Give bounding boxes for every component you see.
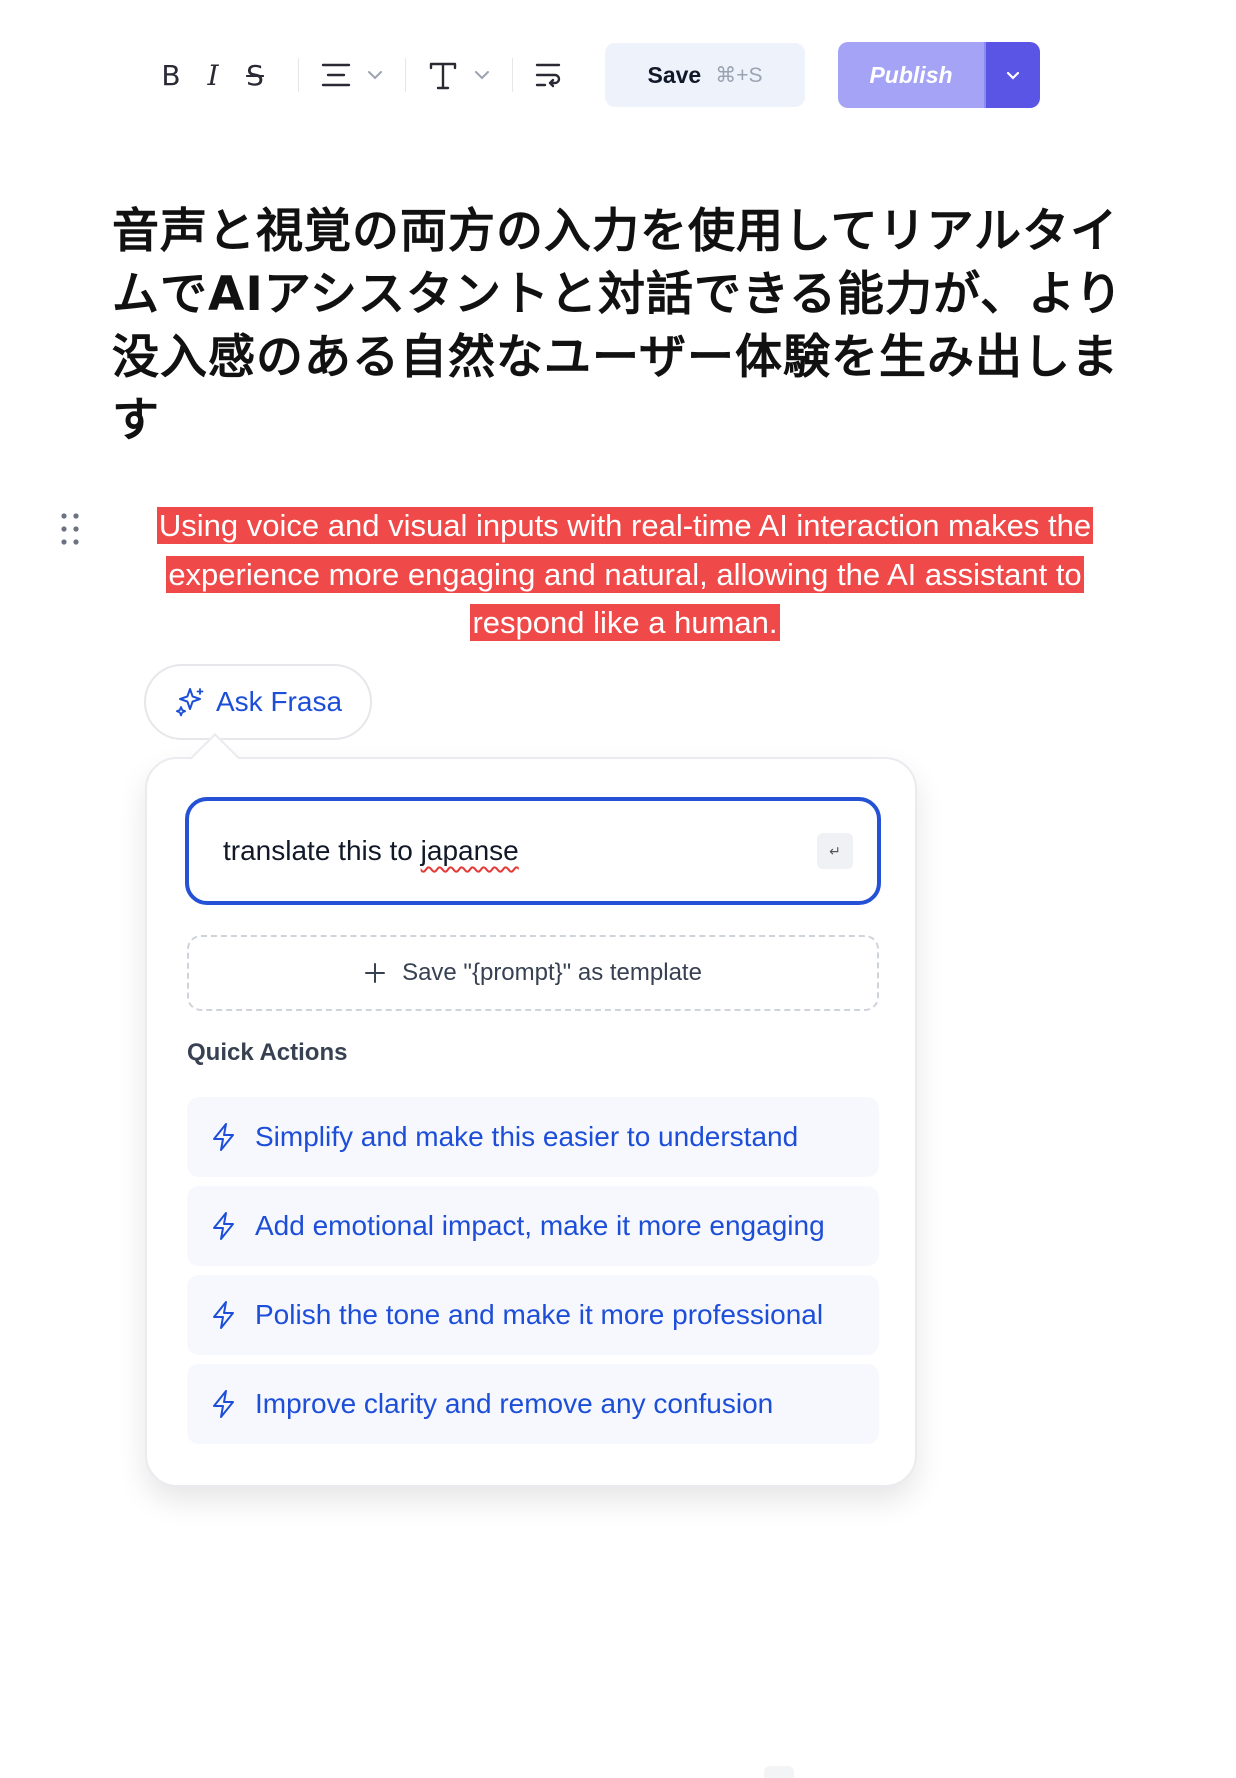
ask-frasa-label: Ask Frasa bbox=[215, 686, 343, 717]
align-dropdown[interactable] bbox=[321, 55, 383, 95]
quick-action-label: Simplify and make this easier to underst… bbox=[255, 1121, 799, 1152]
enter-key-icon[interactable]: ↵ bbox=[817, 833, 853, 869]
selected-paragraph[interactable]: Using voice and visual inputs with real-… bbox=[130, 502, 1120, 648]
chevron-down-icon bbox=[1006, 71, 1020, 80]
save-button[interactable]: Save ⌘+S bbox=[605, 43, 805, 107]
publish-button[interactable]: Publish bbox=[838, 42, 984, 108]
save-shortcut: ⌘+S bbox=[715, 63, 763, 87]
quick-action-label: Add emotional impact, make it more engag… bbox=[255, 1210, 825, 1241]
sparkles-icon bbox=[175, 688, 204, 717]
wrap-text-icon bbox=[535, 63, 561, 88]
toolbar-divider bbox=[405, 58, 406, 92]
ai-assistant-popover: translate this to japanse ↵ Save "{promp… bbox=[145, 757, 917, 1487]
lightning-icon bbox=[213, 1390, 234, 1418]
toolbar-divider bbox=[298, 58, 299, 92]
plus-icon bbox=[365, 963, 386, 983]
lightning-icon bbox=[213, 1123, 234, 1151]
prompt-input[interactable]: translate this to japanse ↵ bbox=[185, 797, 881, 905]
publish-group: Publish bbox=[838, 42, 1040, 108]
save-template-button[interactable]: Save "{prompt}" as template bbox=[187, 935, 879, 1011]
drag-handle-icon[interactable] bbox=[58, 512, 82, 546]
quick-action-label: Improve clarity and remove any confusion bbox=[255, 1388, 774, 1419]
save-template-label: Save "{prompt}" as template bbox=[402, 959, 702, 986]
prompt-text: translate this to bbox=[223, 835, 421, 866]
chevron-down-icon bbox=[475, 71, 489, 80]
italic-icon: I bbox=[207, 58, 219, 92]
quick-actions-list: Simplify and make this easier to underst… bbox=[187, 1097, 879, 1453]
scroll-indicator bbox=[764, 1766, 794, 1778]
bold-button[interactable]: B bbox=[150, 55, 192, 95]
strikethrough-button[interactable]: S bbox=[234, 55, 276, 95]
italic-button[interactable]: I bbox=[192, 55, 234, 95]
save-button-label: Save bbox=[647, 61, 702, 88]
quick-action-simplify[interactable]: Simplify and make this easier to underst… bbox=[187, 1097, 879, 1177]
prompt-input-value: translate this to japanse bbox=[223, 835, 519, 867]
document-title[interactable]: 音声と視覚の両方の入力を使用してリアルタイムでAIアシスタントと対話できる能力が… bbox=[112, 200, 1132, 452]
quick-action-clarity[interactable]: Improve clarity and remove any confusion bbox=[187, 1364, 879, 1444]
editor-toolbar: B I S Save ⌘+S Publish bbox=[150, 42, 1100, 108]
align-center-icon bbox=[321, 63, 351, 87]
lightning-icon bbox=[213, 1212, 234, 1240]
bold-icon: B bbox=[161, 58, 181, 92]
text-style-dropdown[interactable] bbox=[428, 55, 490, 95]
paragraph-highlight: Using voice and visual inputs with real-… bbox=[156, 507, 1094, 641]
lightning-icon bbox=[213, 1301, 234, 1329]
chevron-down-icon bbox=[368, 71, 382, 80]
publish-options-button[interactable] bbox=[984, 42, 1040, 108]
quick-action-emotional[interactable]: Add emotional impact, make it more engag… bbox=[187, 1186, 879, 1266]
toolbar-divider bbox=[512, 58, 513, 92]
quick-action-polish[interactable]: Polish the tone and make it more profess… bbox=[187, 1275, 879, 1355]
quick-actions-heading: Quick Actions bbox=[187, 1039, 348, 1066]
quick-action-label: Polish the tone and make it more profess… bbox=[255, 1299, 824, 1330]
ask-frasa-button[interactable]: Ask Frasa bbox=[144, 664, 372, 740]
text-type-icon bbox=[429, 62, 457, 90]
prompt-misspelled-word: japanse bbox=[420, 835, 519, 866]
wrap-text-button[interactable] bbox=[535, 55, 563, 95]
strikethrough-icon: S bbox=[246, 58, 264, 92]
